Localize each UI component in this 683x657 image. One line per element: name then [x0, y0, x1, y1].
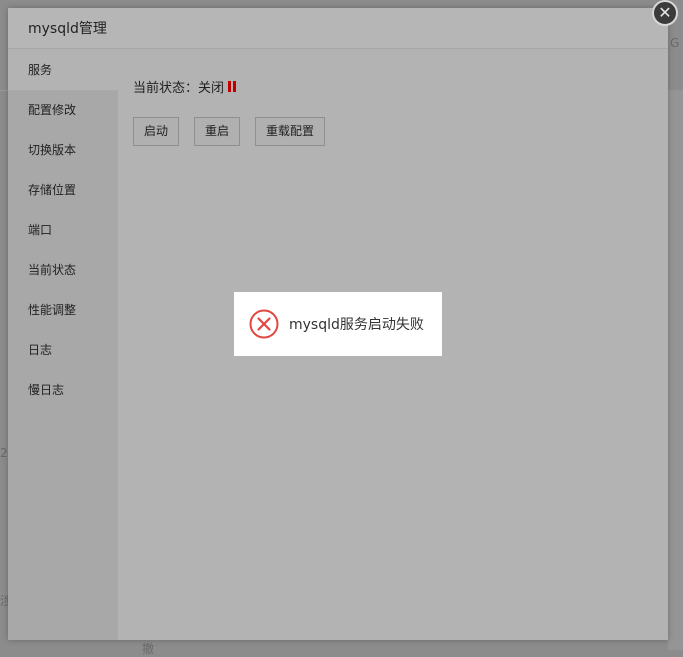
start-button[interactable]: 启动 — [133, 117, 180, 146]
toast-message: mysqld服务启动失败 — [289, 317, 424, 333]
status-line: 当前状态： 关闭 — [133, 77, 668, 96]
background-right-panel — [668, 90, 683, 650]
sidebar-item-log[interactable]: 日志 — [8, 330, 118, 370]
restart-button[interactable]: 重启 — [194, 117, 241, 146]
sidebar: 服务 配置修改 切换版本 存储位置 端口 当前状态 性能调整 日志 慢日志 — [8, 50, 118, 640]
close-icon[interactable]: ✕ — [652, 0, 678, 26]
reload-config-button[interactable]: 重载配置 — [255, 117, 326, 146]
status-label: 当前状态： — [133, 81, 199, 96]
service-button-row: 启动 重启 重载配置 — [133, 117, 668, 146]
background-edge-text: G — [670, 36, 680, 50]
sidebar-item-service[interactable]: 服务 — [8, 50, 118, 90]
error-toast: mysqld服务启动失败 — [234, 292, 442, 356]
sidebar-item-port[interactable]: 端口 — [8, 210, 118, 250]
sidebar-item-config-edit[interactable]: 配置修改 — [8, 90, 118, 130]
dialog-title: mysqld管理 — [28, 21, 107, 37]
sidebar-item-storage-location[interactable]: 存储位置 — [8, 170, 118, 210]
pause-icon — [228, 81, 237, 92]
error-circle-x-icon — [249, 309, 279, 339]
sidebar-item-current-status[interactable]: 当前状态 — [8, 250, 118, 290]
sidebar-item-switch-version[interactable]: 切换版本 — [8, 130, 118, 170]
dialog-header: mysqld管理 — [8, 8, 668, 49]
status-value: 关闭 — [198, 81, 225, 96]
sidebar-item-performance-tuning[interactable]: 性能调整 — [8, 290, 118, 330]
sidebar-item-slow-log[interactable]: 慢日志 — [8, 370, 118, 410]
